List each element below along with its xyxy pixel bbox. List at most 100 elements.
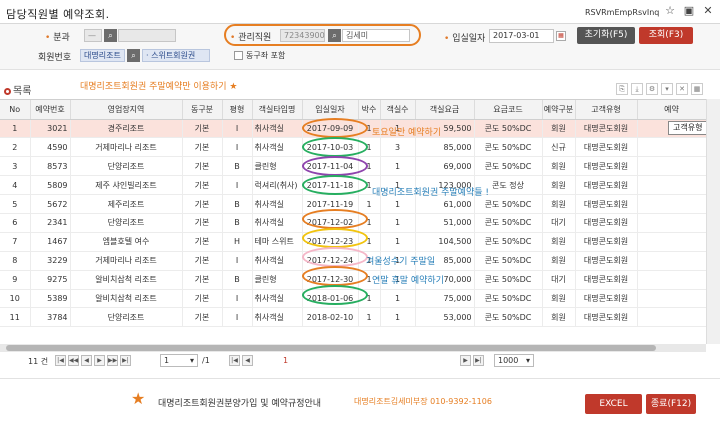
close-icon[interactable]: ✕ (702, 5, 714, 17)
pager-last-icon[interactable]: ▶| (473, 355, 484, 366)
cell-code: 콘도 50%DC (474, 119, 543, 139)
horizontal-scroll-thumb[interactable] (6, 345, 656, 351)
table-row[interactable]: 1 3021 경주리조트 기본 I 취사객실 2017-09-09 1 1 59,500 콘도 50… (0, 119, 706, 139)
column-header[interactable]: 객실타입명 (252, 100, 303, 120)
cell-type: 테마 스위트 (252, 232, 303, 252)
column-header[interactable]: 예약구분 (542, 100, 576, 120)
page-size-select[interactable]: 1000 ▾ (494, 354, 534, 367)
next-group-icon[interactable]: ▶▶ (107, 355, 118, 366)
column-header[interactable]: 평형 (222, 100, 253, 120)
query-button[interactable]: 조회(F3) (639, 27, 693, 44)
cell-no: 5 (0, 194, 31, 214)
cell-kind: 신규 (542, 137, 576, 158)
column-header[interactable]: 영업장지역 (70, 100, 183, 120)
pager-prev-icon[interactable]: ◀ (242, 355, 253, 366)
pager-next-icon[interactable]: ▶ (460, 355, 471, 366)
column-header[interactable]: 객실요금 (415, 100, 475, 120)
pager-first-icon[interactable]: |◀ (229, 355, 240, 366)
column-header[interactable]: 예약 (637, 100, 706, 120)
cell-site: 단양리조트 (70, 213, 183, 233)
cell-site: 경주리조트 (70, 119, 183, 139)
record-count: 11 건 (28, 357, 49, 366)
category-search-button[interactable]: ⌕ (104, 29, 117, 42)
column-header[interactable]: 예약번호 (30, 100, 71, 120)
column-header[interactable]: 객실수 (380, 100, 416, 120)
checkin-date-input[interactable]: 2017-03-01 (489, 29, 554, 43)
column-header[interactable]: 박수 (358, 100, 381, 120)
cell-py: H (222, 232, 253, 252)
grid-export-icon[interactable]: ⤓ (631, 83, 643, 95)
cell-py: I (222, 307, 253, 328)
cell-no: 6 (0, 213, 31, 233)
print-icon[interactable]: ▣ (683, 5, 695, 17)
cell-nights: 1 (358, 232, 381, 252)
table-row[interactable]: 2 4590 거제마리나 리조트 기본 I 취사객실 2017-10-03 1 3 85,000 콘… (0, 137, 706, 158)
cell-kind: 회원 (542, 156, 576, 177)
page-select[interactable]: 1 ▾ (160, 354, 198, 367)
grid-columns-icon[interactable]: ▦ (691, 83, 703, 95)
column-header[interactable]: 고객유형 (575, 100, 638, 120)
table-row[interactable]: 8 3229 거제마리나 리조트 기본 I 취사객실 2017-12-24 1 1 85,000 콘… (0, 251, 706, 271)
column-header[interactable]: 요금코드 (474, 100, 543, 120)
cell-kind: 회원 (542, 307, 576, 328)
category-name-input[interactable] (118, 29, 176, 42)
cell-date: 2018-02-10 (302, 307, 359, 328)
cell-rooms: 1 (380, 156, 416, 177)
table-row[interactable]: 10 5389 알비치삼척 리조트 기본 I 취사객실 2018-01-06 1 1 75,000… (0, 289, 706, 309)
companion-checkbox[interactable] (234, 51, 243, 60)
grid-settings-icon[interactable]: ⚙ (646, 83, 658, 95)
star-icon[interactable]: ☆ (664, 5, 676, 17)
cell-rooms: 1 (380, 213, 416, 233)
cell-rooms: 3 (380, 137, 416, 158)
cell-fee: 75,000 (415, 289, 475, 309)
cell-cust: 대명콘도회원 (575, 270, 638, 290)
next-page-icon[interactable]: ▶ (94, 355, 105, 366)
manager-name-input[interactable]: 김세미 (342, 29, 410, 42)
cell-dong: 기본 (182, 232, 223, 252)
last-page-icon[interactable]: ▶| (120, 355, 131, 366)
grid-clear-icon[interactable]: ✕ (676, 83, 688, 95)
member-no-label: 회원번호 (38, 53, 72, 63)
calendar-icon[interactable]: ▦ (556, 31, 566, 41)
cell-py: B (222, 270, 253, 290)
table-row[interactable]: 11 3784 단양리조트 기본 I 취사객실 2018-02-10 1 1 53,000 콘도 5… (0, 307, 706, 328)
table-row[interactable]: 3 8573 단양리조트 기본 B 클린형 2017-11-04 1 1 69,000 콘도 50%… (0, 156, 706, 177)
cell-no: 9 (0, 270, 31, 290)
member-tag-suite[interactable]: · 스위트회원권 (142, 49, 210, 62)
table-row[interactable]: 5 5672 제주리조트 기본 B 취사객실 2017-11-19 1 1 61,000 콘도 50… (0, 194, 706, 214)
first-page-icon[interactable]: |◀ (55, 355, 66, 366)
column-header[interactable]: 입실일자 (302, 100, 359, 120)
table-row[interactable]: 9 9275 알비치삼척 리조트 기본 B 클린형 2017-12-30 1 1 70,000 콘도… (0, 270, 706, 290)
table-row[interactable]: 6 2341 단양리조트 기본 B 취사객실 2017-12-02 1 1 51,000 콘도 50… (0, 213, 706, 233)
reset-button[interactable]: 초기화(F5) (577, 27, 635, 44)
close-button[interactable]: 종료(F12) (646, 394, 696, 414)
cell-site: 알비치삼척 리조트 (70, 270, 183, 290)
column-header[interactable]: 동구분 (182, 100, 223, 120)
grid-filter-icon[interactable]: ▾ (661, 83, 673, 95)
cell-cust: 대명콘도회원 (575, 232, 638, 252)
vertical-scrollbar[interactable] (706, 99, 720, 344)
manager-code-input[interactable]: 72343900 (280, 29, 325, 42)
cell-site: 제주 샤인빌리조트 (70, 175, 183, 196)
grid-copy-icon[interactable]: ⎘ (616, 83, 628, 95)
cell-nights: 1 (358, 270, 381, 290)
current-page-number[interactable]: 1 (283, 356, 288, 365)
cell-date: 2017-11-19 (302, 194, 359, 214)
member-search-button[interactable]: ⌕ (127, 49, 140, 62)
prev-group-icon[interactable]: ◀◀ (68, 355, 79, 366)
prev-page-icon[interactable]: ◀ (81, 355, 92, 366)
member-tag-resort[interactable]: 대명리조트 (80, 49, 125, 62)
cell-no: 8 (0, 251, 31, 271)
cell-py: I (222, 175, 253, 196)
excel-button[interactable]: EXCEL (585, 394, 642, 414)
table-row[interactable]: 4 5809 제주 샤인빌리조트 기본 I 럭셔리(취사) 2017-11-18 1 1 123,… (0, 175, 706, 196)
cell-rooms: 1 (380, 119, 416, 139)
manager-search-button[interactable]: ⌕ (328, 29, 341, 42)
table-row[interactable]: 7 1467 엠블호텔 여수 기본 H 테마 스위트 2017-12-23 1 1 104,500… (0, 232, 706, 252)
category-code-input[interactable]: — (84, 29, 102, 42)
horizontal-scrollbar[interactable] (0, 344, 706, 352)
cell-type: 취사객실 (252, 213, 303, 233)
column-header[interactable]: No (0, 100, 31, 120)
cell-py: I (222, 251, 253, 271)
cell-rsv: 3784 (30, 307, 71, 328)
